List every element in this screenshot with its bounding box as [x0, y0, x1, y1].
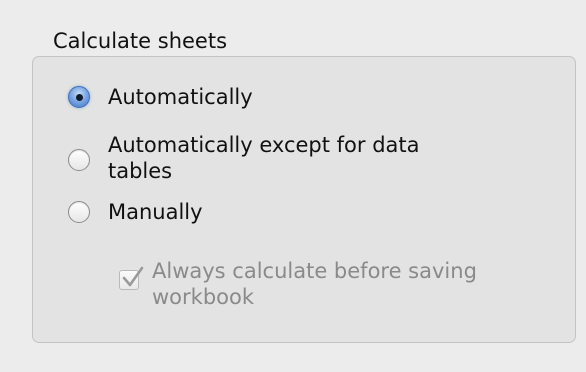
radio-selected-icon[interactable]	[68, 86, 90, 108]
checkbox-box	[119, 266, 144, 290]
checkmark-icon	[122, 266, 144, 287]
radio-option-manually[interactable]: Manually	[68, 199, 203, 225]
radio-option-except-data-tables[interactable]: Automatically except for data tables	[68, 132, 468, 184]
radio-unselected-icon[interactable]	[68, 201, 90, 223]
calculate-sheets-title: Calculate sheets	[53, 29, 228, 53]
radio-label-except-data-tables: Automatically except for data tables	[108, 133, 420, 183]
checkbox-label-always-calculate: Always calculate before saving workbook	[152, 259, 477, 309]
radio-option-automatically[interactable]: Automatically	[68, 84, 253, 110]
radio-label-manually: Manually	[108, 200, 203, 224]
radio-label-automatically: Automatically	[108, 85, 253, 109]
checkbox-always-calculate: Always calculate before saving workbook	[119, 258, 542, 310]
radio-unselected-icon[interactable]	[68, 149, 90, 171]
